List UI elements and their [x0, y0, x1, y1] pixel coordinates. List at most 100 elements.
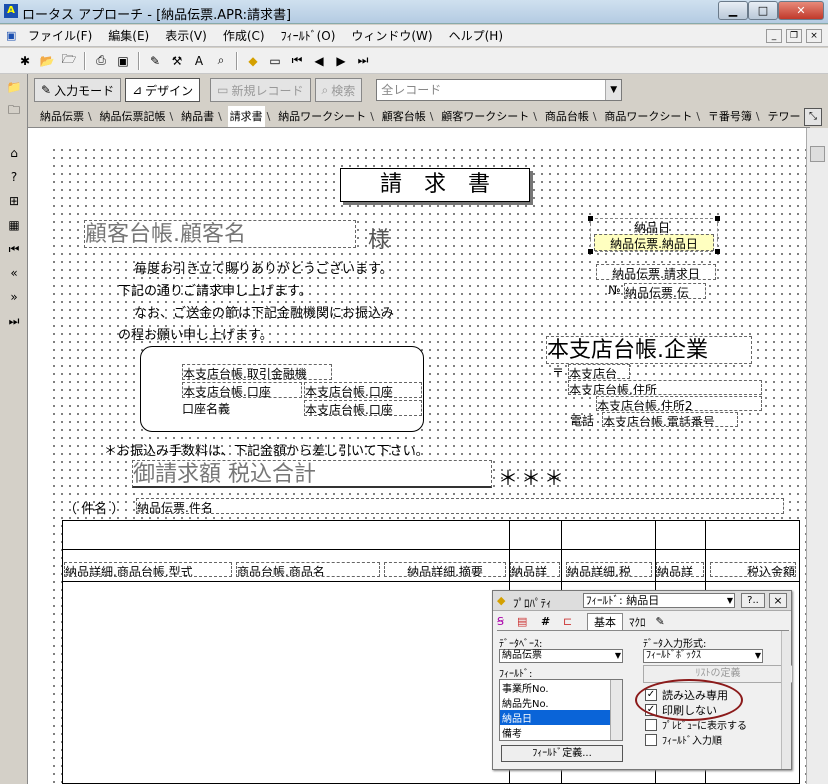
last-record-icon[interactable]: ⏭ [353, 51, 373, 71]
folder-icon[interactable]: 📁 [3, 76, 25, 98]
tab-postal-codes[interactable]: 〒番号簿 [706, 106, 754, 127]
field-list-item[interactable]: 備考 [500, 725, 622, 740]
scroll-thumb[interactable] [810, 146, 825, 162]
menu-view[interactable]: 表示(V) [157, 25, 215, 47]
account-holder-field[interactable]: 本支店台帳.口座 [304, 400, 422, 416]
col-quantity[interactable]: 納品詳 [510, 562, 560, 577]
preview-icon[interactable]: ▣ [113, 51, 133, 71]
properties-target-select[interactable]: ﾌｨｰﾙﾄﾞ: 納品日 ▼ [583, 593, 735, 608]
col-unit[interactable]: 納品詳 [656, 562, 704, 577]
search-button[interactable]: ⌕ 検索 [314, 78, 363, 102]
mdi-minimize-button[interactable]: _ [766, 29, 782, 43]
color-tab-icon[interactable]: ▤ [517, 615, 541, 628]
customer-name-field[interactable]: 顧客台帳.顧客名 [84, 220, 356, 248]
col-tax[interactable]: 納品詳細.税 [566, 562, 652, 577]
tab-product-worksheet[interactable]: 商品ワークシート [602, 106, 694, 127]
field-list-item[interactable]: 納品先No. [500, 695, 622, 710]
design-button[interactable]: ⊿ デザイン [125, 78, 201, 102]
first-icon[interactable]: ⏮ [3, 238, 25, 260]
tab-customer-worksheet[interactable]: 顧客ワークシート [439, 106, 531, 127]
invoice-heading[interactable]: 請 求 書 [340, 168, 530, 202]
tab-basic[interactable]: 基本 [587, 613, 623, 630]
tab-invoice[interactable]: 請求書 [227, 106, 265, 127]
properties-help-button[interactable]: ?.. [741, 593, 765, 608]
magnify-icon[interactable]: ⌕ [211, 51, 231, 71]
save-icon[interactable]: 🗁 [59, 51, 79, 71]
company-field[interactable]: 本支店台帳.企業 [546, 336, 752, 364]
tab-delivery-register[interactable]: 納品伝票記帳 [98, 106, 168, 127]
total-amount-field[interactable]: 御請求額 税込合計 [132, 460, 492, 488]
branch-field[interactable]: 本支店台 [568, 364, 630, 379]
resize-corner-icon[interactable]: ⤡ [804, 108, 822, 126]
slip-number-field[interactable]: 納品伝票.伝 [624, 283, 706, 299]
smartmaster-icon[interactable]: ◆ [243, 51, 263, 71]
menu-file[interactable]: ファイル(F) [20, 25, 100, 47]
input-mode-button[interactable]: ✎ 入力モード [34, 78, 122, 102]
delivery-date-field[interactable]: 納品伝票.納品日 [594, 234, 714, 251]
col-model[interactable]: 納品詳細.商品台帳.型式 [64, 562, 232, 577]
address-field[interactable]: 本支店台帳.住所 [568, 380, 762, 395]
maximize-button[interactable]: □ [748, 1, 778, 20]
first-record-icon[interactable]: ⏮ [287, 51, 307, 71]
invoice-date-field[interactable]: 納品伝票.請求日 [596, 264, 716, 280]
folder-open-icon[interactable]: 🗀 [3, 100, 25, 122]
format-tab-icon[interactable]: # [541, 615, 563, 628]
tab-delivery-note[interactable]: 納品書 [179, 106, 216, 127]
field-list[interactable]: 事業所No. 納品先No. 納品日 備考 [499, 679, 623, 741]
print-icon[interactable]: ⎙ [91, 51, 111, 71]
close-button[interactable]: ✕ [778, 1, 824, 20]
tools-icon[interactable]: ⚒ [167, 51, 187, 71]
next-icon[interactable]: » [3, 286, 25, 308]
tab-delivery-slip[interactable]: 納品伝票 [38, 106, 86, 127]
prev-icon[interactable]: « [3, 262, 25, 284]
text-tool-icon[interactable]: A [189, 51, 209, 71]
pencil-icon[interactable]: ✎ [145, 51, 165, 71]
dialog-scrollbar[interactable] [781, 631, 791, 769]
network-icon[interactable]: ⊞ [3, 190, 25, 212]
database-select[interactable]: 納品伝票 ▼ [499, 649, 623, 663]
tab-te-worksheet[interactable]: テワー [765, 106, 802, 127]
address2-field[interactable]: 本支店台帳.住所2 [596, 396, 762, 411]
field-list-item-selected[interactable]: 納品日 [500, 710, 622, 725]
tab-product-ledger[interactable]: 商品台帳 [543, 106, 591, 127]
phone-field[interactable]: 本支店台帳.電話番号 [602, 412, 738, 427]
new-record-button[interactable]: ▭ 新規レコード [210, 78, 311, 102]
font-tab-icon[interactable]: Ꞩ [497, 615, 517, 628]
col-tax-included[interactable]: 税込金額 [710, 562, 796, 577]
subject-field[interactable]: 納品伝票.件名 [136, 498, 784, 514]
home-icon[interactable]: ⌂ [3, 142, 25, 164]
tab-macro[interactable]: ﾏｸﾛ [623, 614, 652, 630]
col-product-name[interactable]: 商品台帳.商品名 [236, 562, 380, 577]
last-icon[interactable]: ⏭ [3, 310, 25, 332]
menu-field[interactable]: ﾌｨｰﾙﾄﾞ(O) [273, 25, 344, 47]
account-label-field[interactable]: 本支店台帳.口座 [182, 382, 302, 398]
vertical-scrollbar[interactable] [806, 128, 828, 784]
taborder-checkbox[interactable]: ﾌｨｰﾙﾄﾞ入力順 [645, 732, 722, 747]
bank-name-field[interactable]: 本支店台帳.取引金融機 [182, 364, 332, 380]
input-format-select[interactable]: ﾌｨｰﾙﾄﾞﾎﾞｯｸｽ ▼ [643, 649, 763, 663]
building-icon[interactable]: ▦ [3, 214, 25, 236]
tab-delivery-worksheet[interactable]: 納品ワークシート [276, 106, 368, 127]
record-filter-select[interactable]: 全レコード ▼ [376, 79, 623, 101]
size-tab-icon[interactable]: ⊏ [563, 615, 587, 628]
menu-window[interactable]: ウィンドウ(W) [343, 25, 440, 47]
field-list-item[interactable]: 事業所No. [500, 680, 622, 695]
prev-record-icon[interactable]: ◀ [309, 51, 329, 71]
new-file-icon[interactable]: ✱ [15, 51, 35, 71]
field-define-button[interactable]: ﾌｨｰﾙﾄﾞ定義... [501, 745, 623, 762]
menu-create[interactable]: 作成(C) [215, 25, 273, 47]
style-tab-icon[interactable]: ✎ [652, 615, 669, 628]
tab-customer-ledger[interactable]: 顧客台帳 [380, 106, 428, 127]
open-folder-icon[interactable]: 📂 [37, 51, 57, 71]
properties-close-button[interactable]: × [769, 593, 787, 608]
account-field[interactable]: 本支店台帳.口座 [304, 382, 422, 398]
menu-edit[interactable]: 編集(E) [100, 25, 157, 47]
menu-help[interactable]: ヘルプ(H) [441, 25, 511, 47]
mdi-close-button[interactable]: × [806, 29, 822, 43]
field-box-icon[interactable]: ▭ [265, 51, 285, 71]
next-record-icon[interactable]: ▶ [331, 51, 351, 71]
minimize-button[interactable]: ▁ [718, 1, 748, 20]
mdi-restore-button[interactable]: ❐ [786, 29, 802, 43]
col-remarks[interactable]: 納品詳細.摘要 [384, 562, 506, 577]
doc-icon[interactable]: ▣ [6, 29, 20, 42]
